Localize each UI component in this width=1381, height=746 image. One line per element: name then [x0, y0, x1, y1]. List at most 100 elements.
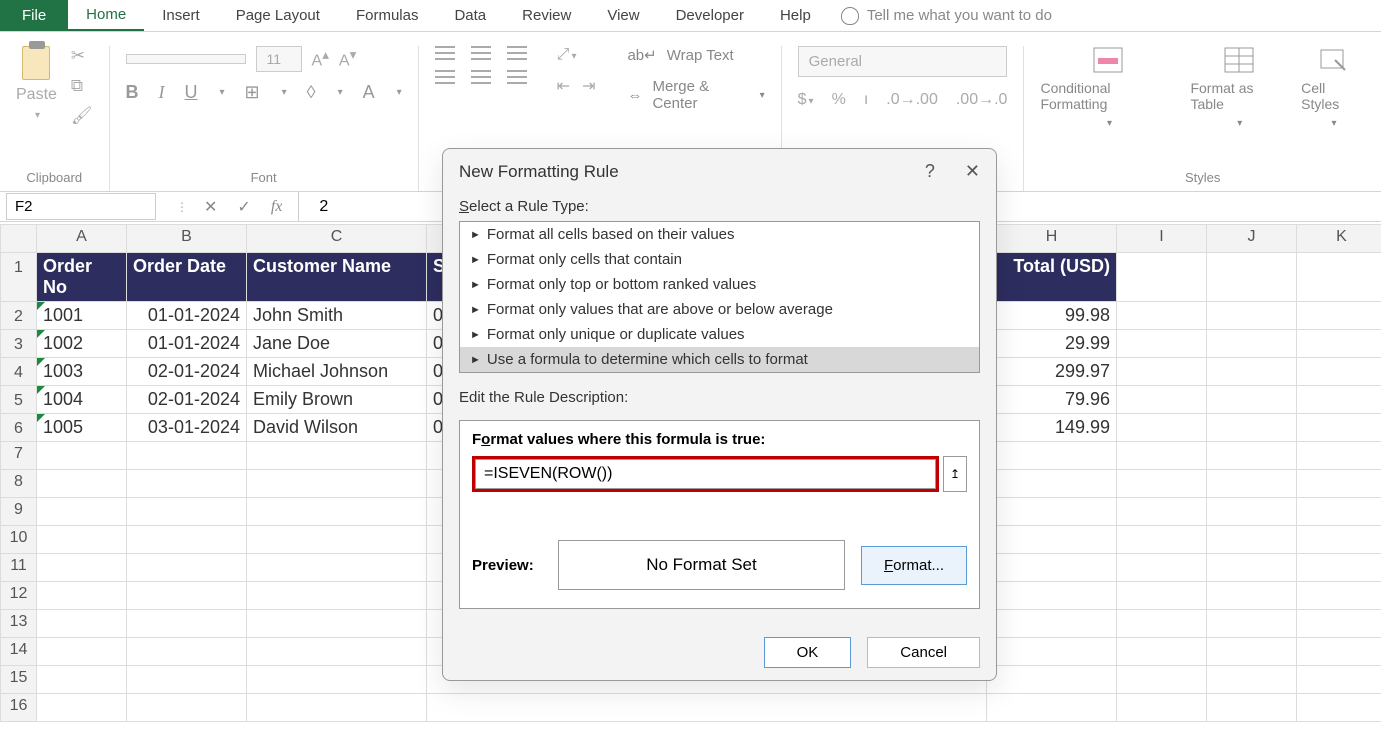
- rule-type-item[interactable]: ►Format all cells based on their values: [460, 222, 979, 247]
- cell[interactable]: [127, 638, 247, 666]
- ok-button[interactable]: OK: [764, 637, 852, 668]
- cell[interactable]: [1297, 582, 1381, 610]
- cell[interactable]: 1002: [37, 330, 127, 358]
- cell-styles-button[interactable]: Cell Styles▾: [1301, 46, 1365, 129]
- row-header[interactable]: 9: [1, 498, 37, 526]
- cell[interactable]: [1207, 414, 1297, 442]
- cell[interactable]: [1207, 666, 1297, 694]
- merge-center-button[interactable]: ⇔ Merge & Center ▾: [627, 78, 764, 112]
- cell[interactable]: [127, 610, 247, 638]
- cell[interactable]: [1207, 302, 1297, 330]
- cell[interactable]: [1207, 386, 1297, 414]
- cell[interactable]: 299.97: [987, 358, 1117, 386]
- cell[interactable]: [1207, 358, 1297, 386]
- cell[interactable]: [127, 582, 247, 610]
- row-header[interactable]: 1: [1, 253, 37, 302]
- cell[interactable]: 149.99: [987, 414, 1117, 442]
- formula-input-field[interactable]: [475, 459, 936, 489]
- cell[interactable]: 99.98: [987, 302, 1117, 330]
- cell[interactable]: Michael Johnson: [247, 358, 427, 386]
- align-top-icon[interactable]: [435, 46, 455, 60]
- cell[interactable]: 03-01-2024: [127, 414, 247, 442]
- name-box[interactable]: [6, 193, 156, 220]
- accept-formula-icon[interactable]: ✓: [237, 197, 250, 217]
- cell[interactable]: [1207, 253, 1297, 302]
- cell[interactable]: [987, 638, 1117, 666]
- cell[interactable]: [1117, 554, 1207, 582]
- cell[interactable]: [1117, 526, 1207, 554]
- cell[interactable]: 02-01-2024: [127, 358, 247, 386]
- cancel-formula-icon[interactable]: ✕: [204, 197, 217, 217]
- cell[interactable]: [987, 694, 1117, 722]
- cell[interactable]: [987, 582, 1117, 610]
- copy-icon[interactable]: ⧉: [71, 76, 93, 96]
- cell[interactable]: [37, 694, 127, 722]
- cell[interactable]: [247, 498, 427, 526]
- rule-type-item[interactable]: ►Format only unique or duplicate values: [460, 322, 979, 347]
- tab-home[interactable]: Home: [68, 0, 144, 31]
- cell[interactable]: [37, 554, 127, 582]
- cell[interactable]: 29.99: [987, 330, 1117, 358]
- cell[interactable]: John Smith: [247, 302, 427, 330]
- cell[interactable]: [37, 470, 127, 498]
- cell[interactable]: [987, 526, 1117, 554]
- cell[interactable]: [127, 470, 247, 498]
- row-header[interactable]: 13: [1, 610, 37, 638]
- cell[interactable]: [1297, 442, 1381, 470]
- align-middle-icon[interactable]: [471, 46, 491, 60]
- cell[interactable]: [987, 442, 1117, 470]
- cell[interactable]: [247, 694, 427, 722]
- cell[interactable]: [1207, 498, 1297, 526]
- col-header[interactable]: B: [127, 225, 247, 253]
- cell[interactable]: [1117, 253, 1207, 302]
- cell[interactable]: [247, 638, 427, 666]
- cell[interactable]: [127, 442, 247, 470]
- cell[interactable]: 79.96: [987, 386, 1117, 414]
- font-name-select[interactable]: [126, 54, 246, 64]
- cell[interactable]: [1117, 666, 1207, 694]
- cell[interactable]: [1207, 638, 1297, 666]
- tell-me-search[interactable]: Tell me what you want to do: [841, 0, 1052, 31]
- cell[interactable]: David Wilson: [247, 414, 427, 442]
- fx-icon[interactable]: fx: [271, 198, 283, 216]
- cell[interactable]: [1297, 554, 1381, 582]
- select-all-corner[interactable]: [1, 225, 37, 253]
- cell[interactable]: [1297, 638, 1381, 666]
- cell[interactable]: Emily Brown: [247, 386, 427, 414]
- cell[interactable]: [1207, 526, 1297, 554]
- cell[interactable]: [247, 554, 427, 582]
- tab-view[interactable]: View: [589, 0, 657, 31]
- cell[interactable]: [1297, 694, 1381, 722]
- underline-button[interactable]: U: [185, 82, 198, 103]
- cell[interactable]: [1117, 638, 1207, 666]
- row-header[interactable]: 7: [1, 442, 37, 470]
- row-header[interactable]: 4: [1, 358, 37, 386]
- cell[interactable]: [1297, 358, 1381, 386]
- cell[interactable]: [37, 582, 127, 610]
- cell[interactable]: [1297, 386, 1381, 414]
- col-header[interactable]: K: [1297, 225, 1381, 253]
- format-as-table-button[interactable]: Format as Table▾: [1190, 46, 1287, 129]
- paste-button[interactable]: Paste ▾: [16, 46, 57, 121]
- italic-button[interactable]: I: [159, 82, 165, 103]
- orientation-button[interactable]: ⤢▾: [557, 46, 596, 64]
- number-format-select[interactable]: General: [798, 46, 1008, 77]
- cut-icon[interactable]: ✂: [71, 46, 93, 66]
- cell[interactable]: [247, 526, 427, 554]
- row-header[interactable]: 16: [1, 694, 37, 722]
- fill-color-button[interactable]: ◊: [307, 82, 316, 103]
- cell[interactable]: [1207, 582, 1297, 610]
- rule-type-list[interactable]: ►Format all cells based on their values …: [459, 221, 980, 373]
- cell[interactable]: [1117, 582, 1207, 610]
- font-color-button[interactable]: A: [363, 82, 375, 103]
- cell[interactable]: [247, 666, 427, 694]
- row-header[interactable]: 6: [1, 414, 37, 442]
- cell[interactable]: [1207, 610, 1297, 638]
- rule-type-item[interactable]: ►Format only top or bottom ranked values: [460, 272, 979, 297]
- cell[interactable]: [37, 498, 127, 526]
- cell[interactable]: [1117, 302, 1207, 330]
- cell[interactable]: [1117, 610, 1207, 638]
- cell[interactable]: [1117, 442, 1207, 470]
- cell[interactable]: [1117, 358, 1207, 386]
- cell[interactable]: [1117, 470, 1207, 498]
